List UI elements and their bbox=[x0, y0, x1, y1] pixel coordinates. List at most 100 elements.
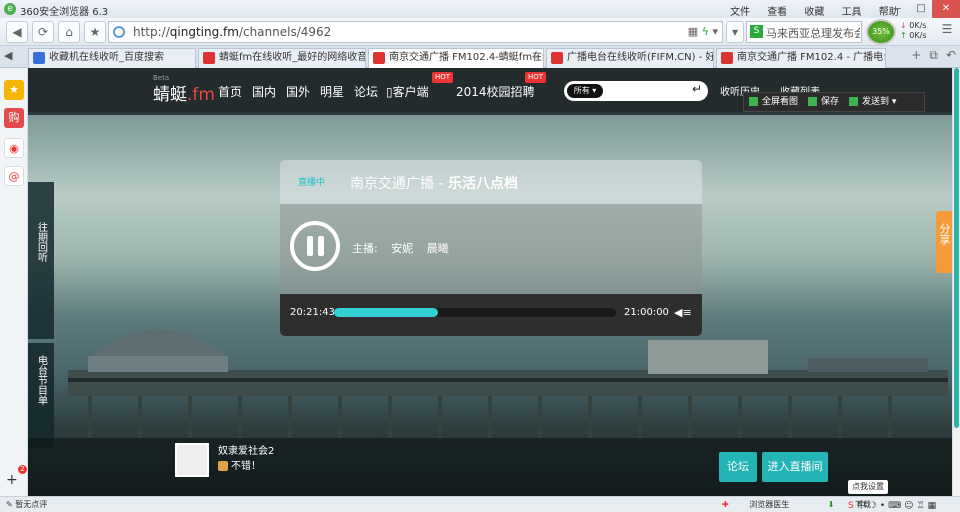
send-to-button[interactable]: 发送到 ▾ bbox=[844, 93, 901, 111]
rating-status[interactable]: ✎ 暂无点评 bbox=[6, 499, 47, 510]
dropdown-icon[interactable]: ▾ bbox=[712, 25, 718, 38]
browser-doctor[interactable]: ✚ 浏览器医生 bbox=[722, 500, 807, 509]
player-body: 主播: 安妮 晨曦 bbox=[280, 204, 702, 294]
host-name[interactable]: 晨曦 bbox=[427, 242, 449, 255]
playlist-volume-icon[interactable]: ◀≡ bbox=[674, 306, 692, 319]
program-title: 南京交通广播 - 乐活八点档 bbox=[350, 176, 518, 192]
pause-icon bbox=[318, 236, 324, 256]
search-box[interactable]: S 马来西亚总理发布会 bbox=[746, 21, 862, 43]
menu-tools[interactable]: 工具 bbox=[842, 7, 862, 18]
menu-favorites[interactable]: 收藏 bbox=[804, 7, 824, 18]
url-text[interactable]: http://qingting.fm/channels/4962 bbox=[133, 25, 331, 39]
fifm-favicon-icon bbox=[551, 52, 563, 64]
progress-bar[interactable] bbox=[334, 308, 616, 317]
download-speed: ↓ 0K/s bbox=[900, 21, 927, 30]
search-engine-dropdown[interactable]: ▾ bbox=[726, 21, 744, 43]
search-input[interactable]: 马来西亚总理发布会 bbox=[766, 25, 860, 41]
grid-tray-icon[interactable]: ▦ bbox=[928, 501, 937, 511]
forum-button[interactable]: 论坛 bbox=[719, 452, 757, 482]
comment-bar: 奴隶爱社会2 不错！ 论坛 进入直播间 点我设置 bbox=[28, 438, 952, 496]
undo-icon[interactable]: ↶ bbox=[946, 48, 956, 62]
avatar[interactable] bbox=[175, 443, 209, 477]
keyboard-icon[interactable]: ⌨ bbox=[888, 501, 901, 511]
menu-grid-icon[interactable]: ☰ bbox=[938, 22, 956, 40]
program-schedule-tab[interactable]: 电台节目单 bbox=[28, 343, 54, 448]
maximize-button[interactable]: □ bbox=[910, 0, 932, 18]
tab-4[interactable]: 南京交通广播 FM102.4 - 广播电台 bbox=[716, 48, 886, 68]
favorite-star-button[interactable]: ★ bbox=[84, 21, 106, 43]
qingting-logo[interactable]: 蜻蜓.fm bbox=[153, 80, 215, 105]
send-icon bbox=[849, 97, 859, 106]
address-bar[interactable]: http://qingting.fm/channels/4962 ▦ ϟ ▾ bbox=[108, 21, 723, 43]
search-scope-select[interactable]: 所有 ▾ bbox=[567, 84, 603, 98]
qingting-favicon-icon bbox=[203, 52, 215, 64]
radio-player: 直播中 南京交通广播 - 乐活八点档 主播: 安妮 晨曦 20:21:43 21… bbox=[280, 160, 702, 336]
scrollbar-thumb[interactable] bbox=[954, 68, 959, 428]
nav-campus-recruit[interactable]: 2014校园招聘 bbox=[456, 83, 535, 100]
ime-icon[interactable]: S bbox=[848, 501, 854, 511]
nav-stars[interactable]: 明星 bbox=[320, 83, 344, 100]
system-tray: S 中 ☽ • ⌨ ☺ ♖ ▦ bbox=[848, 498, 939, 511]
host-name[interactable]: 安妮 bbox=[391, 242, 413, 255]
upload-speed: ↑ 0K/s bbox=[900, 31, 927, 40]
grid-icon[interactable]: ▦ bbox=[688, 25, 698, 38]
tab-2-active[interactable]: 南京交通广播 FM102.4-蜻蜓fm在线 ✕ bbox=[368, 48, 544, 68]
nav-home[interactable]: 首页 bbox=[218, 83, 242, 100]
comment-text: 不错！ bbox=[218, 457, 261, 472]
dot-icon[interactable]: • bbox=[880, 501, 885, 511]
tab-0[interactable]: 收藏机在线收听_百度搜索 bbox=[28, 48, 196, 68]
settings-button[interactable]: 点我设置 bbox=[848, 480, 888, 494]
share-tab[interactable]: 分享 bbox=[936, 211, 952, 273]
tab-3[interactable]: 广播电台在线收听(FIFM.CN) - 好 bbox=[546, 48, 714, 68]
close-window-button[interactable]: ✕ bbox=[932, 0, 960, 18]
add-sidebar-icon[interactable]: + bbox=[6, 472, 18, 488]
refresh-button[interactable]: ⟳ bbox=[32, 21, 54, 43]
favorites-star-icon[interactable]: ★ bbox=[4, 80, 24, 100]
end-time: 21:00:00 bbox=[624, 307, 669, 318]
user-icon[interactable]: ☺ bbox=[904, 501, 913, 511]
close-tab-icon[interactable]: ✕ bbox=[532, 49, 540, 67]
nav-domestic[interactable]: 国内 bbox=[252, 83, 276, 100]
nav-client[interactable]: ▯客户端 bbox=[386, 83, 429, 100]
search-submit-icon[interactable]: ↵ bbox=[692, 82, 702, 96]
nav-forum[interactable]: 论坛 bbox=[354, 83, 378, 100]
restore-icon[interactable]: ⧉ bbox=[929, 48, 938, 62]
progress-fill bbox=[334, 308, 439, 317]
phone-icon: ▯ bbox=[386, 85, 393, 99]
page-content: Beta 蜻蜓.fm 首页 国内 国外 明星 论坛 ▯客户端 HOT 2014校… bbox=[28, 68, 952, 496]
back-button[interactable]: ◀ bbox=[6, 21, 28, 43]
hot-badge: HOT bbox=[432, 72, 454, 83]
save-image-button[interactable]: 保存 bbox=[803, 93, 844, 111]
pause-button[interactable] bbox=[290, 221, 340, 271]
vertical-scrollbar[interactable] bbox=[952, 68, 960, 496]
ime-lang-icon[interactable]: 中 bbox=[857, 501, 866, 511]
moon-icon[interactable]: ☽ bbox=[869, 501, 877, 511]
shirt-icon[interactable]: ♖ bbox=[917, 501, 925, 511]
shopping-hot-icon[interactable]: 购 bbox=[4, 108, 24, 128]
comment-username[interactable]: 奴隶爱社会2 bbox=[218, 442, 274, 457]
page-icon bbox=[113, 26, 125, 38]
mail-icon[interactable]: @ bbox=[4, 166, 24, 186]
lightning-icon[interactable]: ϟ bbox=[702, 25, 709, 38]
baidu-favicon-icon bbox=[33, 52, 45, 64]
tab-list-icon[interactable]: ◀ bbox=[4, 49, 12, 62]
speed-meter[interactable]: 35% bbox=[866, 19, 896, 45]
title-bar: e 360安全浏览器 6.3 文件 查看 收藏 工具 帮助 – □ ✕ bbox=[0, 0, 960, 18]
comment-icon: ✎ bbox=[6, 500, 13, 509]
nav-foreign[interactable]: 国外 bbox=[286, 83, 310, 100]
fullscreen-view-button[interactable]: 全屏看图 bbox=[744, 93, 803, 111]
hot-badge: HOT bbox=[525, 72, 547, 83]
tab-1[interactable]: 蜻蜓fm在线收听_最好的网络收音机 bbox=[198, 48, 366, 68]
menu-view[interactable]: 查看 bbox=[767, 7, 787, 18]
minimize-button[interactable]: – bbox=[888, 0, 910, 18]
menu-file[interactable]: 文件 bbox=[730, 7, 750, 18]
new-tab-icon[interactable]: + bbox=[911, 48, 921, 62]
home-button[interactable]: ⌂ bbox=[58, 21, 80, 43]
weibo-icon[interactable]: ◉ bbox=[4, 138, 24, 158]
browser-window: e 360安全浏览器 6.3 文件 查看 收藏 工具 帮助 – □ ✕ ◀ ⟳ … bbox=[0, 0, 960, 512]
enter-live-room-button[interactable]: 进入直播间 bbox=[762, 452, 828, 482]
site-search[interactable]: 所有 ▾ ↵ bbox=[564, 81, 708, 101]
past-replay-tab[interactable]: 往期回听 bbox=[28, 182, 54, 339]
image-toolbar: 全屏看图 保存 发送到 ▾ bbox=[743, 92, 925, 112]
speed-values: ↓ 0K/s ↑ 0K/s bbox=[900, 21, 926, 41]
